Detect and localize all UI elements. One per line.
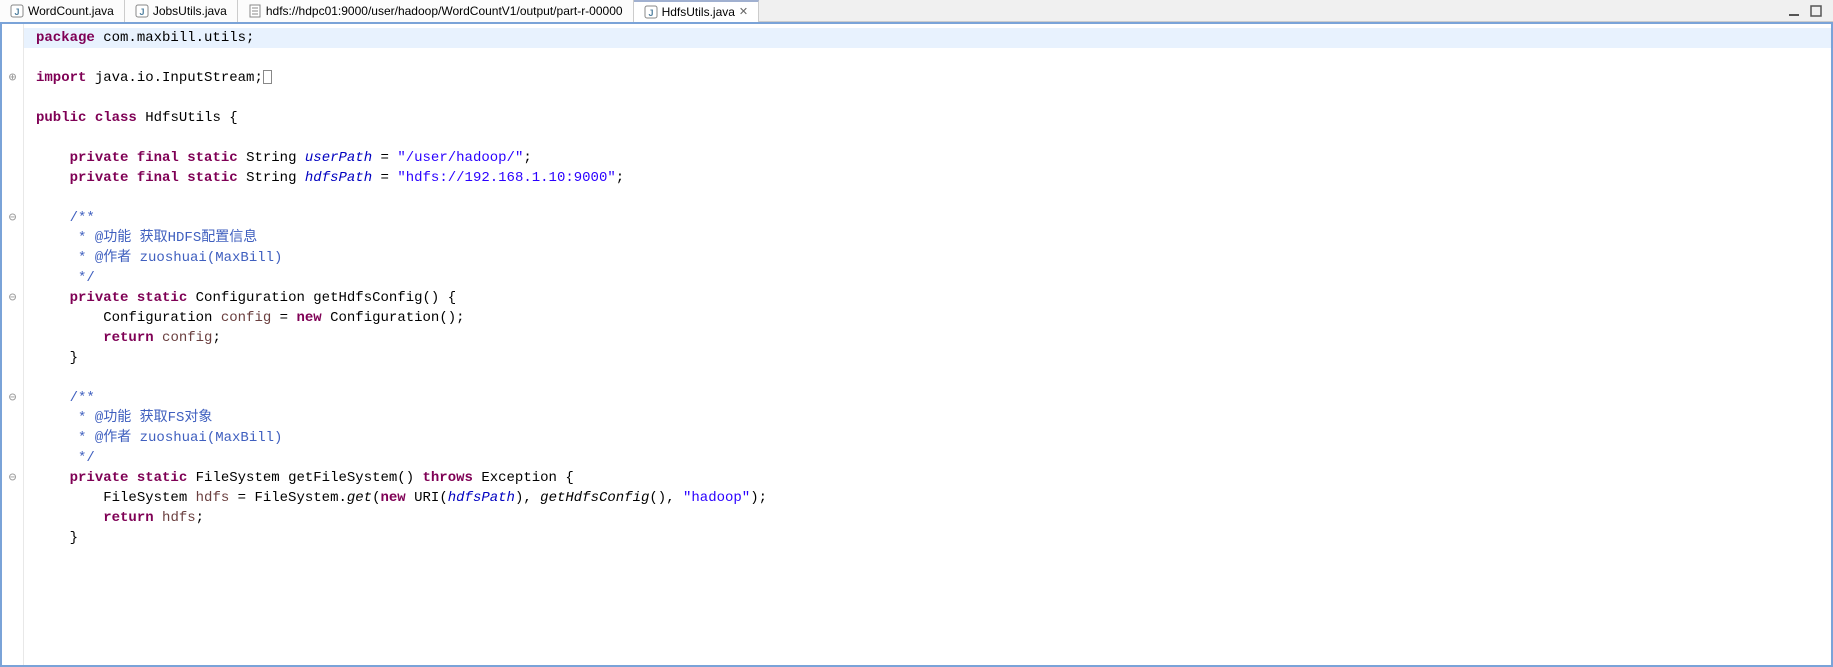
fold-collapse-icon[interactable]: ⊖ <box>2 288 23 308</box>
tab-wordcount[interactable]: J WordCount.java <box>0 0 125 22</box>
code-line: /** <box>24 388 1831 408</box>
fold-expand-icon[interactable]: ⊕ <box>2 68 23 88</box>
tab-toolbar <box>1787 4 1833 18</box>
gutter-mark <box>2 448 23 468</box>
gutter-mark <box>2 428 23 448</box>
gutter-mark <box>2 328 23 348</box>
svg-text:J: J <box>139 7 144 17</box>
code-editor[interactable]: package com.maxbill.utils; import java.i… <box>24 24 1831 665</box>
gutter-mark <box>2 488 23 508</box>
collapsed-import-indicator[interactable] <box>263 70 272 84</box>
code-line: FileSystem hdfs = FileSystem.get(new URI… <box>24 488 1831 508</box>
code-line: } <box>24 528 1831 548</box>
code-line <box>24 48 1831 68</box>
gutter-mark <box>2 508 23 528</box>
tab-label: HdfsUtils.java <box>662 5 735 19</box>
gutter-mark <box>2 48 23 68</box>
gutter-mark <box>2 168 23 188</box>
code-line: private static FileSystem getFileSystem(… <box>24 468 1831 488</box>
close-icon[interactable]: ✕ <box>739 5 748 18</box>
tab-jobsutils[interactable]: J JobsUtils.java <box>125 0 238 22</box>
java-icon: J <box>644 5 658 19</box>
code-line: return hdfs; <box>24 508 1831 528</box>
fold-collapse-icon[interactable]: ⊖ <box>2 468 23 488</box>
tab-label: JobsUtils.java <box>153 4 227 18</box>
java-icon: J <box>10 4 24 18</box>
code-line: * @功能 获取HDFS配置信息 <box>24 228 1831 248</box>
gutter-mark <box>2 228 23 248</box>
gutter-mark <box>2 268 23 288</box>
gutter-mark <box>2 128 23 148</box>
editor-gutter[interactable]: ⊕ ⊖ ⊖ ⊖ ⊖ <box>2 24 24 665</box>
tab-label: hdfs://hdpc01:9000/user/hadoop/WordCount… <box>266 4 623 18</box>
gutter-mark <box>2 108 23 128</box>
svg-text:J: J <box>648 8 653 18</box>
code-line: */ <box>24 448 1831 468</box>
code-line: package com.maxbill.utils; <box>24 28 1831 48</box>
gutter-mark <box>2 248 23 268</box>
code-line: * @功能 获取FS对象 <box>24 408 1831 428</box>
minimize-button[interactable] <box>1787 4 1801 18</box>
code-line: /** <box>24 208 1831 228</box>
code-line: private final static String userPath = "… <box>24 148 1831 168</box>
svg-text:J: J <box>14 7 19 17</box>
code-line: Configuration config = new Configuration… <box>24 308 1831 328</box>
java-icon: J <box>135 4 149 18</box>
gutter-mark <box>2 348 23 368</box>
gutter-mark <box>2 368 23 388</box>
gutter-mark <box>2 148 23 168</box>
tab-hdfs-output[interactable]: hdfs://hdpc01:9000/user/hadoop/WordCount… <box>238 0 634 22</box>
gutter-mark <box>2 528 23 548</box>
code-line <box>24 188 1831 208</box>
code-line: return config; <box>24 328 1831 348</box>
code-line <box>24 368 1831 388</box>
code-line: * @作者 zuoshuai(MaxBill) <box>24 248 1831 268</box>
code-line: private final static String hdfsPath = "… <box>24 168 1831 188</box>
gutter-mark <box>2 408 23 428</box>
code-line: import java.io.InputStream; <box>24 68 1831 88</box>
tab-hdfsutils[interactable]: J HdfsUtils.java ✕ <box>634 0 760 22</box>
code-line <box>24 88 1831 108</box>
code-line: */ <box>24 268 1831 288</box>
editor-frame: ⊕ ⊖ ⊖ ⊖ ⊖ package com.maxbill.utils; imp… <box>0 22 1833 667</box>
gutter-mark <box>2 188 23 208</box>
file-icon <box>248 4 262 18</box>
gutter-mark <box>2 308 23 328</box>
tab-label: WordCount.java <box>28 4 114 18</box>
code-line: } <box>24 348 1831 368</box>
code-line: private static Configuration getHdfsConf… <box>24 288 1831 308</box>
gutter-mark <box>2 88 23 108</box>
editor-tabbar: J WordCount.java J JobsUtils.java hdfs:/… <box>0 0 1833 22</box>
fold-collapse-icon[interactable]: ⊖ <box>2 208 23 228</box>
gutter-mark <box>2 28 23 48</box>
code-line <box>24 128 1831 148</box>
fold-collapse-icon[interactable]: ⊖ <box>2 388 23 408</box>
code-line: public class HdfsUtils { <box>24 108 1831 128</box>
code-line: * @作者 zuoshuai(MaxBill) <box>24 428 1831 448</box>
maximize-button[interactable] <box>1809 4 1823 18</box>
